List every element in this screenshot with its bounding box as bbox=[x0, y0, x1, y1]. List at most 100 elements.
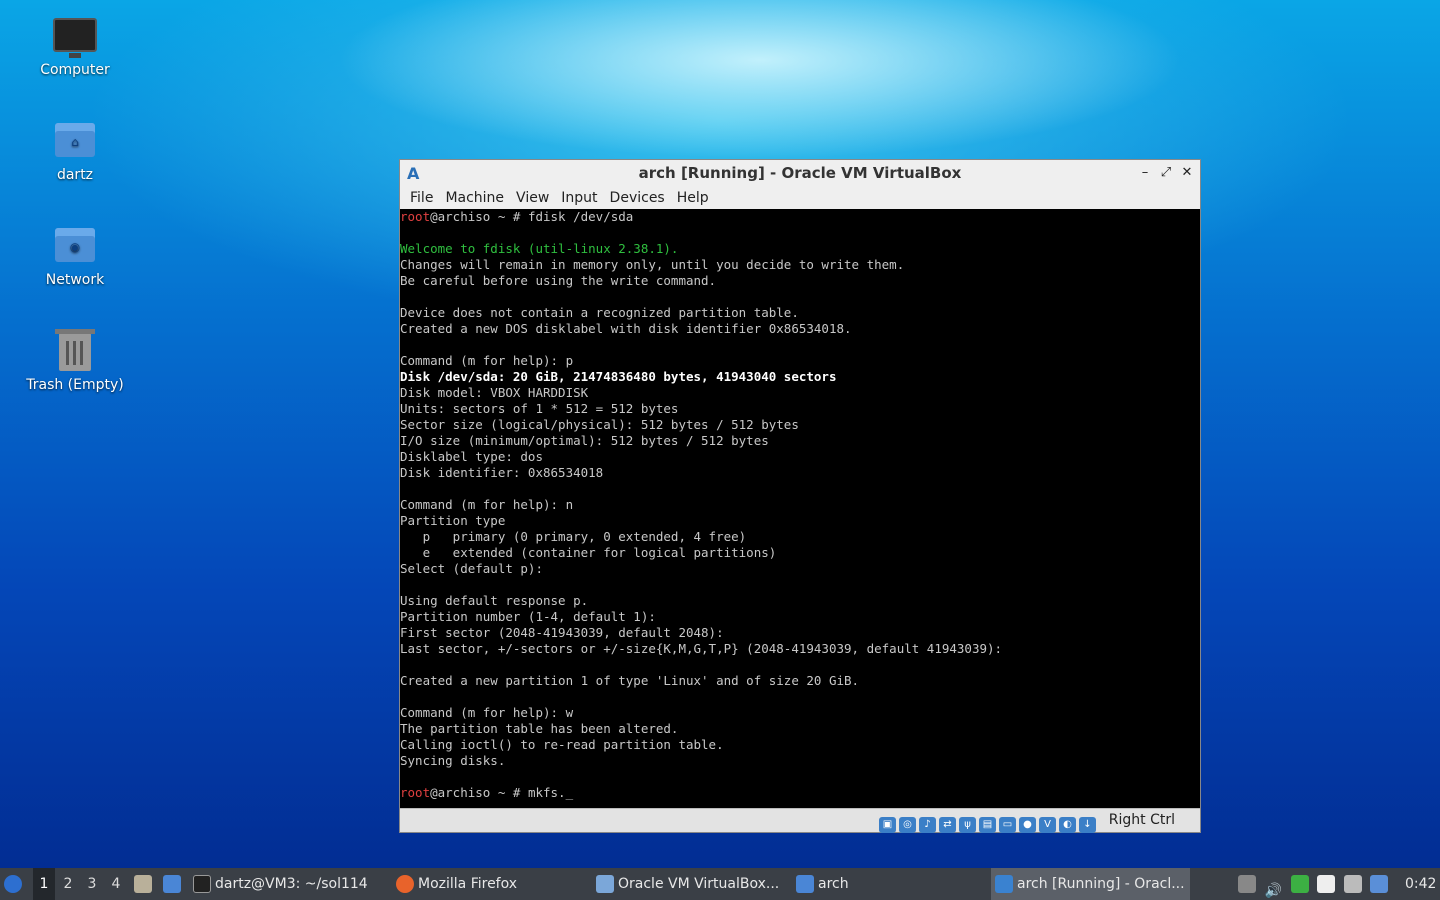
task-label: arch [Running] - Oracl... bbox=[1017, 876, 1185, 892]
file-manager-launcher[interactable] bbox=[134, 868, 156, 900]
desktop-icon-trash[interactable]: Trash (Empty) bbox=[20, 329, 130, 393]
menu-file[interactable]: File bbox=[404, 188, 439, 208]
minimize-icon[interactable]: – bbox=[1136, 163, 1154, 183]
network-status-icon[interactable] bbox=[1343, 875, 1362, 893]
console-line: Using default response p. bbox=[400, 593, 589, 608]
menu-machine[interactable]: Machine bbox=[439, 188, 510, 208]
trash-icon bbox=[53, 329, 97, 373]
virtualbox-vm-icon bbox=[995, 875, 1013, 893]
audio-icon[interactable]: ♪ bbox=[919, 817, 936, 833]
console-line: Calling ioctl() to re-read partition tab… bbox=[400, 737, 724, 752]
console-line: Select (default p): bbox=[400, 561, 543, 576]
task-label: Mozilla Firefox bbox=[418, 876, 518, 892]
shared-folder-icon[interactable]: ▤ bbox=[979, 817, 996, 833]
virtualbox-window[interactable]: A arch [Running] - Oracle VM VirtualBox … bbox=[399, 159, 1201, 833]
taskbar: 1 2 3 4 dartz@VM3: ~/sol114 Mozilla Fire… bbox=[0, 868, 1440, 900]
menu-help[interactable]: Help bbox=[671, 188, 715, 208]
clock[interactable]: 0:42 bbox=[1405, 868, 1440, 900]
menu-input[interactable]: Input bbox=[555, 188, 603, 208]
desktop-icon-computer[interactable]: Computer bbox=[20, 18, 130, 78]
update-manager-icon[interactable] bbox=[1290, 875, 1309, 893]
desktop-icon-label: Network bbox=[45, 272, 105, 288]
clipboard-icon[interactable] bbox=[1317, 875, 1336, 893]
task-folder-arch[interactable]: arch bbox=[796, 868, 986, 900]
console-line: I/O size (minimum/optimal): 512 bytes / … bbox=[400, 433, 769, 448]
desktop-icon-label: Computer bbox=[40, 62, 110, 78]
task-firefox[interactable]: Mozilla Firefox bbox=[396, 868, 591, 900]
optical-drive-icon[interactable]: ◎ bbox=[899, 817, 916, 833]
prompt-command: fdisk /dev/sda bbox=[527, 209, 634, 224]
console-line: Partition type bbox=[400, 513, 506, 528]
menubar: File Machine View Input Devices Help bbox=[400, 187, 1200, 209]
prompt-user: root bbox=[400, 209, 431, 224]
console-line: root@archiso ~ # fdisk /dev/sda bbox=[400, 209, 1200, 225]
window-title: arch [Running] - Oracle VM VirtualBox bbox=[638, 164, 962, 182]
hard-disk-icon[interactable]: ▣ bbox=[879, 817, 896, 833]
console-line: Disk identifier: 0x86534018 bbox=[400, 465, 604, 480]
console-line: Created a new partition 1 of type 'Linux… bbox=[400, 673, 860, 688]
volume-icon[interactable]: 🔊 bbox=[1264, 875, 1282, 899]
task-virtualbox-manager[interactable]: Oracle VM VirtualBox... bbox=[596, 868, 788, 900]
desktop-icon-network[interactable]: ◉ Network bbox=[20, 228, 130, 288]
workspace-3[interactable]: 3 bbox=[81, 868, 103, 900]
console-line: Created a new DOS disklabel with disk id… bbox=[400, 321, 852, 336]
console-line: Disk /dev/sda: 20 GiB, 21474836480 bytes… bbox=[400, 369, 837, 384]
terminal-icon bbox=[193, 875, 211, 893]
desktop-icon-label: Trash (Empty) bbox=[26, 377, 124, 393]
task-label: arch bbox=[818, 876, 849, 892]
notes-icon[interactable] bbox=[1238, 875, 1256, 893]
computer-icon bbox=[53, 18, 97, 58]
mouse-integration-icon[interactable]: ◐ bbox=[1059, 817, 1076, 833]
console-line: Sector size (logical/physical): 512 byte… bbox=[400, 417, 799, 432]
menu-devices[interactable]: Devices bbox=[604, 188, 671, 208]
show-desktop-launcher[interactable] bbox=[163, 868, 185, 900]
start-menu-button[interactable] bbox=[4, 868, 28, 900]
file-manager-icon bbox=[134, 875, 152, 893]
keyboard-capture-icon[interactable]: ↓ bbox=[1079, 817, 1096, 833]
window-titlebar[interactable]: A arch [Running] - Oracle VM VirtualBox … bbox=[400, 160, 1200, 187]
task-terminal[interactable]: dartz@VM3: ~/sol114 bbox=[193, 868, 388, 900]
network-adapter-icon[interactable]: ⇄ bbox=[939, 817, 956, 833]
console-line: The partition table has been altered. bbox=[400, 721, 679, 736]
console-line: Disklabel type: dos bbox=[400, 449, 543, 464]
display-icon[interactable]: ▭ bbox=[999, 817, 1016, 833]
system-tray: 🔊 bbox=[1238, 868, 1398, 900]
console-line: e extended (container for logical partit… bbox=[400, 545, 777, 560]
usb-icon[interactable]: ψ bbox=[959, 817, 976, 833]
workspace-1[interactable]: 1 bbox=[33, 868, 55, 900]
console-line: Last sector, +/-sectors or +/-size{K,M,G… bbox=[400, 641, 1003, 656]
console-line: Changes will remain in memory only, unti… bbox=[400, 257, 905, 272]
home-folder-icon: ⌂ bbox=[53, 123, 97, 163]
workspace-2[interactable]: 2 bbox=[57, 868, 79, 900]
task-arch-vm[interactable]: arch [Running] - Oracl... bbox=[991, 868, 1190, 900]
desktop-icon-label: dartz bbox=[56, 167, 94, 183]
vm-statusbar: ▣ ◎ ♪ ⇄ ψ ▤ ▭ ● V ◐ ↓ Right Ctrl bbox=[400, 808, 1200, 833]
maximize-icon[interactable]: ⤢ bbox=[1157, 163, 1175, 183]
console-line: Command (m for help): w bbox=[400, 705, 574, 720]
vm-console[interactable]: root@archiso ~ # fdisk /dev/sda Welcome … bbox=[400, 209, 1200, 809]
recording-icon[interactable]: ● bbox=[1019, 817, 1036, 833]
task-label: dartz@VM3: ~/sol114 bbox=[215, 876, 368, 892]
close-icon[interactable]: ✕ bbox=[1178, 163, 1196, 183]
firefox-icon bbox=[396, 875, 414, 893]
desktop-icon-home[interactable]: ⌂ dartz bbox=[20, 123, 130, 183]
notification-icon[interactable] bbox=[1370, 875, 1389, 893]
workspace-4[interactable]: 4 bbox=[105, 868, 127, 900]
console-line: Command (m for help): n bbox=[400, 497, 574, 512]
menu-view[interactable]: View bbox=[510, 188, 555, 208]
prompt-host: @archiso ~ # bbox=[430, 209, 528, 224]
console-line: Welcome to fdisk (util-linux 2.38.1). bbox=[400, 241, 679, 256]
folder-icon bbox=[796, 875, 814, 893]
console-line: Device does not contain a recognized par… bbox=[400, 305, 799, 320]
show-desktop-icon bbox=[163, 875, 181, 893]
console-line: Partition number (1-4, default 1): bbox=[400, 609, 656, 624]
cpu-icon[interactable]: V bbox=[1039, 817, 1056, 833]
prompt-user: root bbox=[400, 785, 431, 800]
